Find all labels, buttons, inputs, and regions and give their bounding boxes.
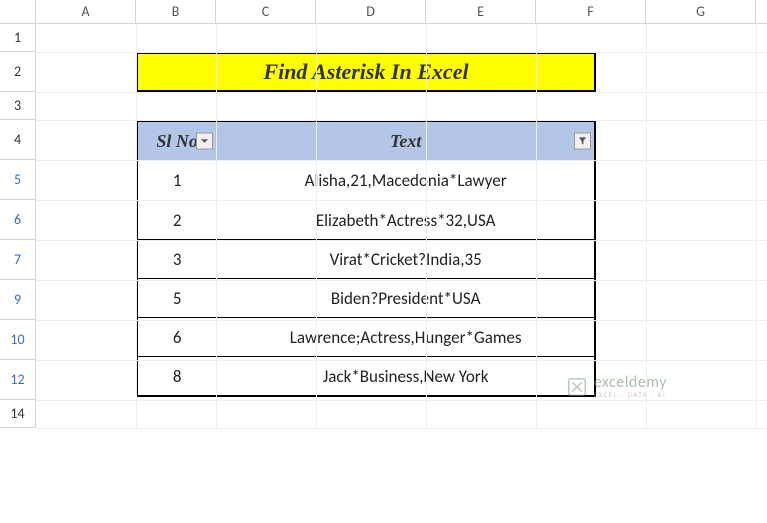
column-header-g[interactable]: G — [646, 0, 756, 23]
select-all-corner[interactable] — [0, 0, 36, 23]
row-header-3[interactable]: 3 — [0, 92, 36, 120]
column-header-a[interactable]: A — [36, 0, 136, 23]
row-header-9[interactable]: 9 — [0, 280, 36, 320]
cell-slno[interactable]: 5 — [138, 279, 217, 317]
dropdown-icon — [200, 137, 209, 146]
cell-slno[interactable]: 1 — [138, 161, 217, 200]
title-banner: Find Asterisk In Excel — [136, 52, 596, 92]
row-header-5[interactable]: 5 — [0, 160, 36, 200]
title-text: Find Asterisk In Excel — [263, 59, 468, 85]
table-row[interactable]: 8Jack*Business,New York — [138, 356, 594, 395]
header-text-label: Text — [390, 131, 421, 152]
cell-text[interactable]: Lawrence;Actress,Hunger*Games — [217, 318, 594, 356]
column-header-c[interactable]: C — [216, 0, 316, 23]
column-header-d[interactable]: D — [316, 0, 426, 23]
row-header-2[interactable]: 2 — [0, 52, 36, 92]
cell-text[interactable]: Biden?President*USA — [217, 279, 594, 317]
table-row[interactable]: 6Lawrence;Actress,Hunger*Games — [138, 317, 594, 356]
column-header-row: ABCDEFG — [0, 0, 767, 24]
row-header-12[interactable]: 12 — [0, 360, 36, 400]
header-slno[interactable]: Sl No — [138, 122, 217, 160]
table-row[interactable]: 1Alisha,21,Macedonia*Lawyer — [138, 161, 594, 200]
row-header-14[interactable]: 14 — [0, 400, 36, 428]
table-row[interactable]: 2Elizabeth*Actress*32,USA — [138, 200, 594, 239]
column-header-e[interactable]: E — [426, 0, 536, 23]
watermark: exceldemy EXCEL · DATA · BI — [566, 375, 667, 398]
cell-text[interactable]: Virat*Cricket?India,35 — [217, 240, 594, 278]
worksheet-cells[interactable]: Find Asterisk In Excel Sl No Text — [36, 24, 767, 428]
cell-slno[interactable]: 8 — [138, 357, 217, 395]
data-table: Sl No Text 1Alisha,21,Macedonia*Lawyer2E… — [136, 120, 596, 397]
column-header-b[interactable]: B — [136, 0, 216, 23]
header-text[interactable]: Text — [217, 122, 594, 160]
cell-slno[interactable]: 3 — [138, 240, 217, 278]
table-row[interactable]: 5Biden?President*USA — [138, 278, 594, 317]
row-header-10[interactable]: 10 — [0, 320, 36, 360]
row-header-4[interactable]: 4 — [0, 120, 36, 160]
row-header-7[interactable]: 7 — [0, 240, 36, 280]
row-header-1[interactable]: 1 — [0, 24, 36, 52]
filter-button-slno[interactable] — [196, 133, 213, 150]
column-header-f[interactable]: F — [536, 0, 646, 23]
filter-icon — [578, 137, 587, 146]
watermark-sub: EXCEL · DATA · BI — [594, 391, 667, 398]
watermark-icon — [566, 376, 588, 398]
row-header-6[interactable]: 6 — [0, 200, 36, 240]
watermark-main: exceldemy — [594, 375, 667, 391]
row-header-strip: 12345679101214 — [0, 24, 36, 428]
header-slno-label: Sl No — [156, 131, 198, 152]
cell-text[interactable]: Alisha,21,Macedonia*Lawyer — [217, 161, 594, 200]
table-row[interactable]: 3Virat*Cricket?India,35 — [138, 239, 594, 278]
cell-text[interactable]: Jack*Business,New York — [217, 357, 594, 395]
cell-text[interactable]: Elizabeth*Actress*32,USA — [217, 201, 594, 239]
filter-button-text[interactable] — [574, 133, 591, 150]
cell-slno[interactable]: 2 — [138, 201, 217, 239]
cell-slno[interactable]: 6 — [138, 318, 217, 356]
